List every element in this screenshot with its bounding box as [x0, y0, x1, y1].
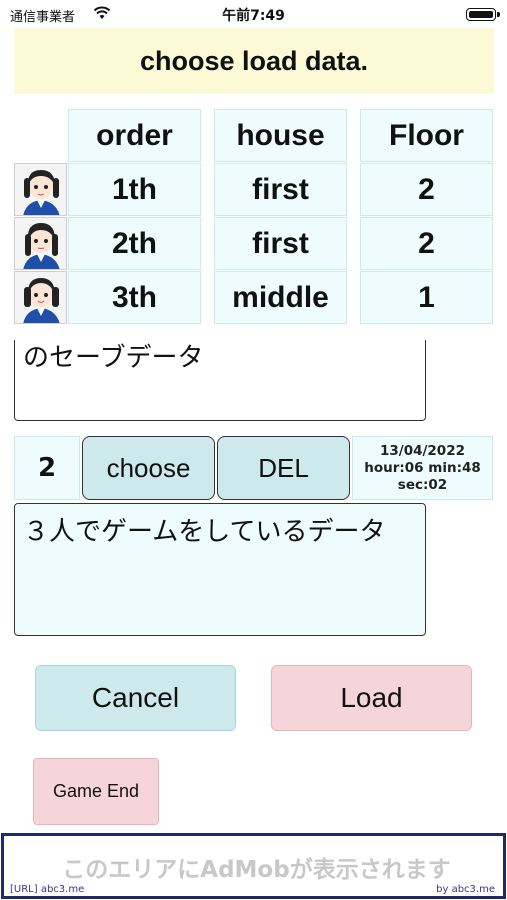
- slot-number: 2: [14, 436, 80, 500]
- slot-timestamp: 13/04/2022 hour:06 min:48 sec:02: [352, 436, 493, 500]
- title-banner: choose load data.: [14, 28, 494, 94]
- slot-date: 13/04/2022: [379, 442, 465, 459]
- row-3-order: 3th: [68, 271, 201, 324]
- row-3-floor: 1: [360, 271, 493, 324]
- player-avatar-2: [14, 217, 67, 270]
- row-3-house: middle: [214, 271, 347, 324]
- page-title: choose load data.: [139, 45, 369, 76]
- ad-banner[interactable]: このエリアにAdMobが表示されます [URL] abc3.me by abc3…: [1, 833, 506, 899]
- battery-tip: [497, 12, 500, 17]
- row-2-house: first: [214, 217, 347, 270]
- row-1-order: 1th: [68, 163, 201, 216]
- choose-button[interactable]: choose: [82, 436, 215, 500]
- ad-by: by abc3.me: [436, 884, 495, 895]
- ad-url: [URL] abc3.me: [10, 884, 85, 895]
- prev-slot-comment[interactable]: のセーブデータ: [14, 340, 426, 421]
- slot-seconds: sec:02: [397, 476, 448, 493]
- game-end-button[interactable]: Game End: [33, 758, 159, 825]
- row-2-floor: 2: [360, 217, 493, 270]
- header-house: house: [214, 109, 347, 162]
- header-order: order: [68, 109, 201, 162]
- header-floor: Floor: [360, 109, 493, 162]
- row-1-floor: 2: [360, 163, 493, 216]
- player-avatar-3: [14, 271, 67, 324]
- cancel-button[interactable]: Cancel: [35, 665, 236, 731]
- row-1-house: first: [214, 163, 347, 216]
- slot-comment-text: ３人でゲームをしているデータ: [23, 517, 386, 547]
- load-button[interactable]: Load: [271, 665, 472, 731]
- clock: 午前7:49: [222, 8, 285, 24]
- prev-slot-comment-text: のセーブデータ: [23, 343, 204, 373]
- ad-placeholder-text: このエリアにAdMobが表示されます: [62, 857, 451, 883]
- slot-comment[interactable]: ３人でゲームをしているデータ: [14, 503, 426, 636]
- slot-time: hour:06 min:48: [364, 459, 481, 476]
- row-2-order: 2th: [68, 217, 201, 270]
- player-avatar-1: [14, 163, 67, 216]
- battery-icon: [466, 8, 496, 21]
- delete-button[interactable]: DEL: [217, 436, 350, 500]
